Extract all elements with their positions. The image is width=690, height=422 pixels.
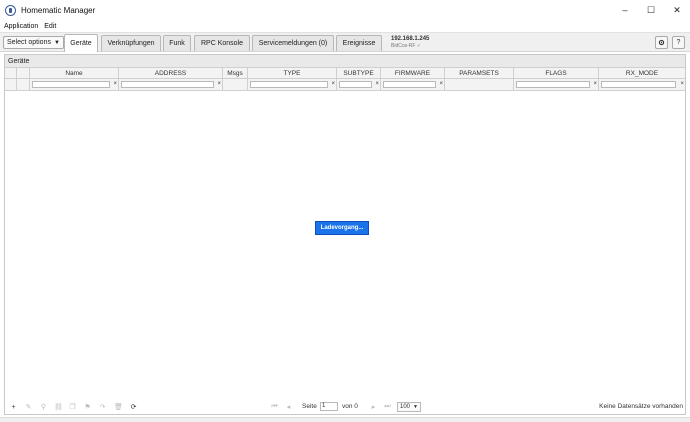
clear-filter-icon[interactable]: × [113, 80, 117, 88]
flag-icon[interactable]: ⚑ [83, 402, 92, 412]
tab-servicemeldungen[interactable]: Servicemeldungen (0) [252, 35, 334, 51]
column-header-row: Name ADDRESS Msgs TYPE SUBTYPE FIRMWARE … [5, 68, 685, 79]
filter-subtype-input[interactable] [339, 81, 372, 88]
last-page-icon[interactable]: ⏭ [383, 402, 392, 412]
page-number-input[interactable]: 1 [320, 402, 338, 411]
column-header-msgs[interactable]: Msgs [223, 68, 248, 79]
tab-verknuepfungen[interactable]: Verknüpfungen [101, 35, 161, 51]
menu-edit[interactable]: Edit [44, 23, 56, 30]
tab-rpc-konsole[interactable]: RPC Konsole [194, 35, 250, 51]
rows-per-page-value: 100 [400, 404, 411, 410]
refresh-icon[interactable]: ⟳ [129, 402, 138, 412]
ip-address: 192.168.1.245 [391, 36, 430, 42]
first-page-icon[interactable]: ⏮ [270, 402, 279, 412]
copy-icon[interactable]: ❐ [68, 402, 77, 412]
close-button[interactable]: ✕ [664, 0, 690, 20]
chevron-down-icon: ▼ [53, 39, 60, 46]
filter-flags: × [514, 79, 599, 91]
filter-address: × [119, 79, 223, 91]
filter-spacer [17, 79, 30, 91]
connection-status: 192.168.1.245 BidCos-RF ✓ [391, 36, 429, 50]
devices-panel: Geräte Name ADDRESS Msgs TYPE SUBTYPE FI… [4, 54, 686, 415]
tab-geraete[interactable]: Geräte [64, 34, 98, 52]
trash-icon[interactable]: 🗑 [114, 402, 123, 412]
expand-column-header [17, 68, 30, 79]
column-header-firmware[interactable]: FIRMWARE [381, 68, 445, 79]
window-controls: – ☐ ✕ [612, 0, 690, 20]
title-bar: Homematic Manager – ☐ ✕ [0, 0, 690, 20]
maximize-button[interactable]: ☐ [638, 0, 664, 20]
settings-button[interactable] [655, 36, 668, 49]
column-header-paramsets[interactable]: PARAMSETS [445, 68, 514, 79]
clear-filter-icon[interactable]: × [680, 80, 684, 88]
tab-ereignisse[interactable]: Ereignisse [336, 35, 382, 51]
app-logo-icon [5, 4, 16, 16]
clear-filter-icon[interactable]: × [331, 80, 335, 88]
edit-icon[interactable]: ✎ [24, 402, 33, 412]
page-total: von 0 [342, 403, 358, 410]
filter-type-input[interactable] [250, 81, 328, 88]
clear-filter-icon[interactable]: × [439, 80, 443, 88]
link-icon[interactable]: ⛓ [54, 402, 63, 412]
column-header-address[interactable]: ADDRESS [119, 68, 223, 79]
select-options-dropdown[interactable]: Select options ▼ [3, 36, 64, 49]
page-label: Seite [302, 403, 317, 410]
tab-funk[interactable]: Funk [163, 35, 191, 51]
filter-msgs [223, 79, 248, 91]
column-header-subtype[interactable]: SUBTYPE [337, 68, 381, 79]
clear-filter-icon[interactable]: × [593, 80, 597, 88]
window-title: Homematic Manager [21, 5, 96, 15]
prev-page-icon[interactable]: ◂ [284, 402, 293, 412]
filter-row: × × × × × × × [5, 79, 685, 91]
filter-address-input[interactable] [121, 81, 214, 88]
pin-icon[interactable]: ⚲ [39, 402, 48, 412]
interface-status: BidCos-RF ✓ [391, 43, 422, 49]
filter-type: × [248, 79, 337, 91]
gear-icon [658, 39, 665, 46]
clear-filter-icon[interactable]: × [375, 80, 379, 88]
records-info: Keine Datensätze vorhanden [599, 403, 683, 410]
window-bottom-edge [0, 417, 690, 422]
filter-rx-mode: × [599, 79, 685, 91]
filter-rx-mode-input[interactable] [601, 81, 676, 88]
toolbar: Select options ▼ Geräte Verknüpfungen Fu… [0, 32, 690, 52]
select-options-label: Select options [7, 39, 51, 46]
next-page-icon[interactable]: ▸ [369, 402, 378, 412]
filter-name: × [30, 79, 119, 91]
row-indicator-header [5, 68, 17, 79]
column-header-flags[interactable]: FLAGS [514, 68, 599, 79]
panel-title: Geräte [5, 55, 685, 68]
help-button[interactable]: ? [672, 36, 685, 49]
redo-icon[interactable]: ↷ [98, 402, 107, 412]
clear-filter-icon[interactable]: × [217, 80, 221, 88]
add-icon[interactable]: + [9, 402, 18, 412]
column-header-type[interactable]: TYPE [248, 68, 337, 79]
loading-indicator: Ladevorgang... [315, 221, 369, 235]
menu-bar: Application Edit [0, 20, 690, 32]
minimize-button[interactable]: – [612, 0, 638, 20]
filter-flags-input[interactable] [516, 81, 590, 88]
filter-subtype: × [337, 79, 381, 91]
column-header-rx-mode[interactable]: RX_MODE [599, 68, 685, 79]
filter-paramsets [445, 79, 514, 91]
rows-per-page-select[interactable]: 100 ▼ [397, 402, 421, 412]
column-header-name[interactable]: Name [30, 68, 119, 79]
grid-pager: + ✎ ⚲ ⛓ ❐ ⚑ ↷ 🗑 ⟳ ⏮ ◂ Seite 1 von 0 ▸ ⏭ … [5, 400, 685, 414]
filter-spacer [5, 79, 17, 91]
menu-application[interactable]: Application [4, 23, 38, 30]
filter-firmware: × [381, 79, 445, 91]
filter-name-input[interactable] [32, 81, 110, 88]
filter-firmware-input[interactable] [383, 81, 436, 88]
chevron-down-icon: ▼ [413, 404, 418, 410]
